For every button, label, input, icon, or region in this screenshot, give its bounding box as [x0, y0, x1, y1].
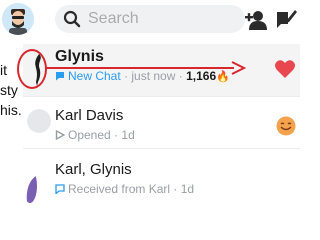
opened-arrow-icon: [55, 130, 65, 140]
smile-face-icon: [276, 116, 296, 136]
received-chat-icon: [55, 184, 65, 194]
chat-status: Received from Karl: [68, 182, 171, 196]
search-bar[interactable]: Search: [55, 5, 245, 33]
group-avatar-icon: [26, 175, 37, 203]
chat-time: 1d: [180, 182, 195, 196]
default-avatar-icon: [27, 109, 51, 133]
chat-name: Karl, Glynis: [55, 161, 132, 178]
separator: ·: [173, 182, 178, 196]
chat-row-karl-glynis[interactable]: Karl, Glynis Received from Karl · 1d: [23, 148, 300, 203]
chat-time: 1d: [121, 128, 135, 142]
new-chat-icon[interactable]: [275, 8, 297, 30]
search-placeholder: Search: [88, 10, 139, 27]
add-friend-icon[interactable]: [244, 9, 268, 31]
top-bar: Search: [0, 0, 300, 38]
heart-icon: [275, 60, 295, 78]
separator: ·: [114, 128, 119, 142]
caption-line: sty: [0, 82, 18, 98]
bitmoji-icon: [2, 3, 34, 35]
profile-avatar[interactable]: [2, 3, 34, 35]
annotation-arrow-icon: [46, 61, 246, 75]
chat-row-karl-davis[interactable]: Karl Davis Opened · 1d: [23, 96, 300, 149]
chat-status-line: Received from Karl · 1d: [55, 182, 194, 196]
chat-status: Opened: [68, 128, 111, 142]
search-icon: [63, 10, 81, 28]
chat-name: Karl Davis: [55, 107, 124, 124]
annotation-circle: [17, 49, 47, 89]
chat-status-line: Opened · 1d: [55, 128, 135, 142]
avatar: [27, 109, 51, 133]
caption-line: his.: [0, 102, 22, 118]
group-avatar: [23, 169, 37, 203]
